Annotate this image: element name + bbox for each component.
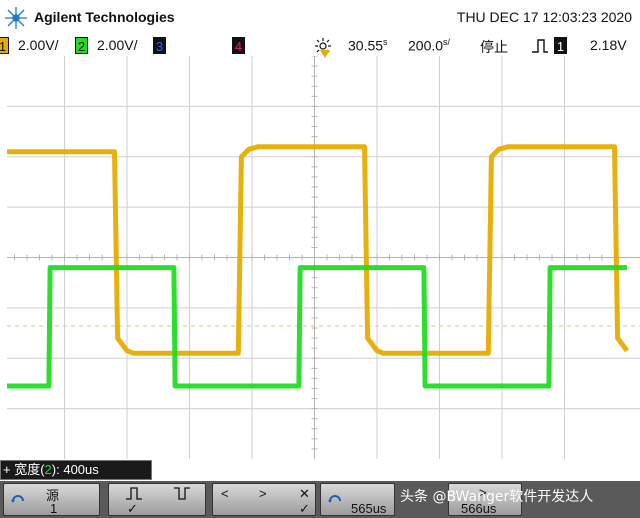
positive-pulse-icon <box>126 487 142 500</box>
ch3-indicator[interactable]: 3 <box>153 37 166 54</box>
delay-readout: 30.55s <box>348 37 388 54</box>
edge-select-softkey[interactable]: ✓ <box>108 483 206 516</box>
pulse-width-measurement[interactable]: + 宽度(2): 400us <box>0 460 152 480</box>
ch4-indicator[interactable]: 4 <box>232 37 245 54</box>
negative-pulse-icon <box>174 487 190 500</box>
waveform-trace-ch1 <box>7 144 630 356</box>
ch2-number: 2 <box>75 37 88 54</box>
ch2-indicator[interactable]: 2 <box>75 37 88 54</box>
run-state: 停止 <box>480 40 508 56</box>
ch1-indicator[interactable]: 1 <box>0 37 9 54</box>
trigger-position-marker <box>320 50 330 58</box>
qualifier-softkey[interactable]: < > ✕ ✓ <box>212 483 316 516</box>
rising-edge-icon <box>532 39 548 53</box>
date-time: THU DEC 17 12:03:23 2020 <box>456 9 632 25</box>
brand-name: Agilent Technologies <box>34 9 175 25</box>
source-softkey[interactable]: 源 1 <box>3 483 100 516</box>
agilent-spark-icon <box>5 7 27 29</box>
trigger-level: 2.18V <box>590 37 627 53</box>
ch2-scale: 2.00V/ <box>97 37 138 53</box>
trigger-source-number: 1 <box>554 37 567 54</box>
ch1-scale: 2.00V/ <box>18 37 59 53</box>
measurement-row: + 宽度(2): 400us <box>0 459 640 481</box>
ch3-number: 3 <box>153 37 166 54</box>
graticule-grid <box>7 56 640 459</box>
scope-graticule <box>7 56 640 459</box>
timebase-readout: 200.0s/ <box>408 37 451 54</box>
waveform-display[interactable] <box>7 56 640 459</box>
ch4-number: 4 <box>232 37 245 54</box>
waveform-traces <box>7 144 630 389</box>
ch1-number: 1 <box>0 37 9 54</box>
title-bar: Agilent Technologies THU DEC 17 12:03:23… <box>0 0 640 36</box>
less-than-softkey[interactable]: 565us <box>320 483 395 516</box>
rotate-knob-icon <box>328 495 341 503</box>
watermark: 头条 @BWanger软件开发达人 <box>400 489 594 505</box>
trigger-source[interactable]: 1 <box>554 37 567 54</box>
rotate-knob-icon <box>11 495 24 503</box>
close-icon: ✕ <box>299 486 310 501</box>
